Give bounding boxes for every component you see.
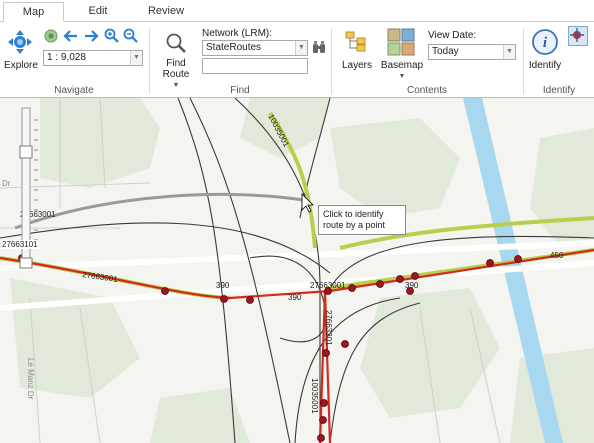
route-label: 27663201: [324, 310, 333, 346]
route-shield-label: 390: [216, 281, 230, 290]
basemap-chevron-icon[interactable]: ▼: [380, 71, 424, 82]
explore-label: Explore: [4, 60, 38, 71]
route-shield-label: 390: [288, 293, 302, 302]
network-select[interactable]: StateRoutes ▼: [202, 40, 308, 56]
layers-icon[interactable]: [345, 30, 367, 55]
ribbon-tab-bar: Map Edit Review: [0, 0, 594, 22]
zoom-out-icon[interactable]: [123, 28, 139, 47]
network-label: Network (LRM):: [202, 28, 273, 39]
identify-tooltip: Click to identify route by a point: [318, 205, 406, 235]
full-extent-icon[interactable]: [44, 29, 58, 46]
route-shield-label: 390: [405, 281, 419, 290]
map-canvas[interactable]: 10035001 27663001 27663001 27663001 2766…: [0, 98, 594, 443]
route-label: 27663001: [82, 270, 119, 284]
layers-label: Layers: [341, 60, 372, 71]
tooltip-line: Click to identify: [323, 209, 384, 219]
identify-label: Identify: [528, 60, 562, 71]
find-group-label: Find: [230, 85, 250, 96]
chevron-down-icon: ▼: [295, 41, 307, 55]
identify-info-icon[interactable]: i: [531, 28, 559, 59]
tab-review[interactable]: Review: [135, 2, 197, 22]
explore-pan-icon[interactable]: [8, 30, 32, 57]
route-search-input[interactable]: [202, 58, 308, 74]
forward-arrow-icon[interactable]: [83, 29, 99, 46]
navigate-group-label: Navigate: [54, 85, 94, 96]
street-label: Le Manz Dr: [26, 358, 35, 400]
zoom-slider-min-button[interactable]: [19, 257, 33, 269]
chevron-down-icon: ▼: [503, 45, 515, 59]
map-view[interactable]: 10035001 27663001 27663001 27663001 2766…: [0, 98, 594, 443]
view-date-value: Today: [432, 46, 459, 57]
street-label: Dr: [2, 179, 11, 188]
zoom-in-icon[interactable]: [104, 28, 120, 47]
identify-route-point-icon[interactable]: [568, 26, 588, 46]
chevron-down-icon: ▼: [130, 51, 142, 65]
network-value: StateRoutes: [206, 42, 262, 53]
route-label: 27663101: [1, 240, 39, 249]
back-arrow-icon[interactable]: [63, 29, 79, 46]
basemap-label: Basemap: [380, 60, 424, 71]
tab-edit[interactable]: Edit: [70, 2, 126, 22]
ribbon: Explore 1 : 9,028 ▼ Navigate Find Route …: [0, 22, 594, 98]
route-label: 27663001: [310, 281, 346, 290]
route-shield-label: 450: [550, 251, 564, 260]
basemap-gallery-icon[interactable]: [387, 28, 415, 59]
contents-group-label: Contents: [406, 85, 448, 96]
scale-select[interactable]: 1 : 9,028 ▼: [43, 50, 143, 66]
find-route-search-icon[interactable]: [165, 32, 187, 57]
scale-value: 1 : 9,028: [47, 52, 86, 63]
route-label: 10035001: [310, 378, 319, 414]
zoom-slider-thumb[interactable]: [19, 145, 33, 159]
tooltip-line: route by a point: [323, 220, 386, 230]
identify-group-label: Identify: [542, 85, 576, 96]
view-date-label: View Date:: [428, 30, 477, 41]
binoculars-icon[interactable]: [312, 41, 326, 57]
find-route-label: Find Route: [162, 58, 190, 80]
tab-map[interactable]: Map: [3, 2, 64, 22]
view-date-select[interactable]: Today ▼: [428, 44, 516, 60]
